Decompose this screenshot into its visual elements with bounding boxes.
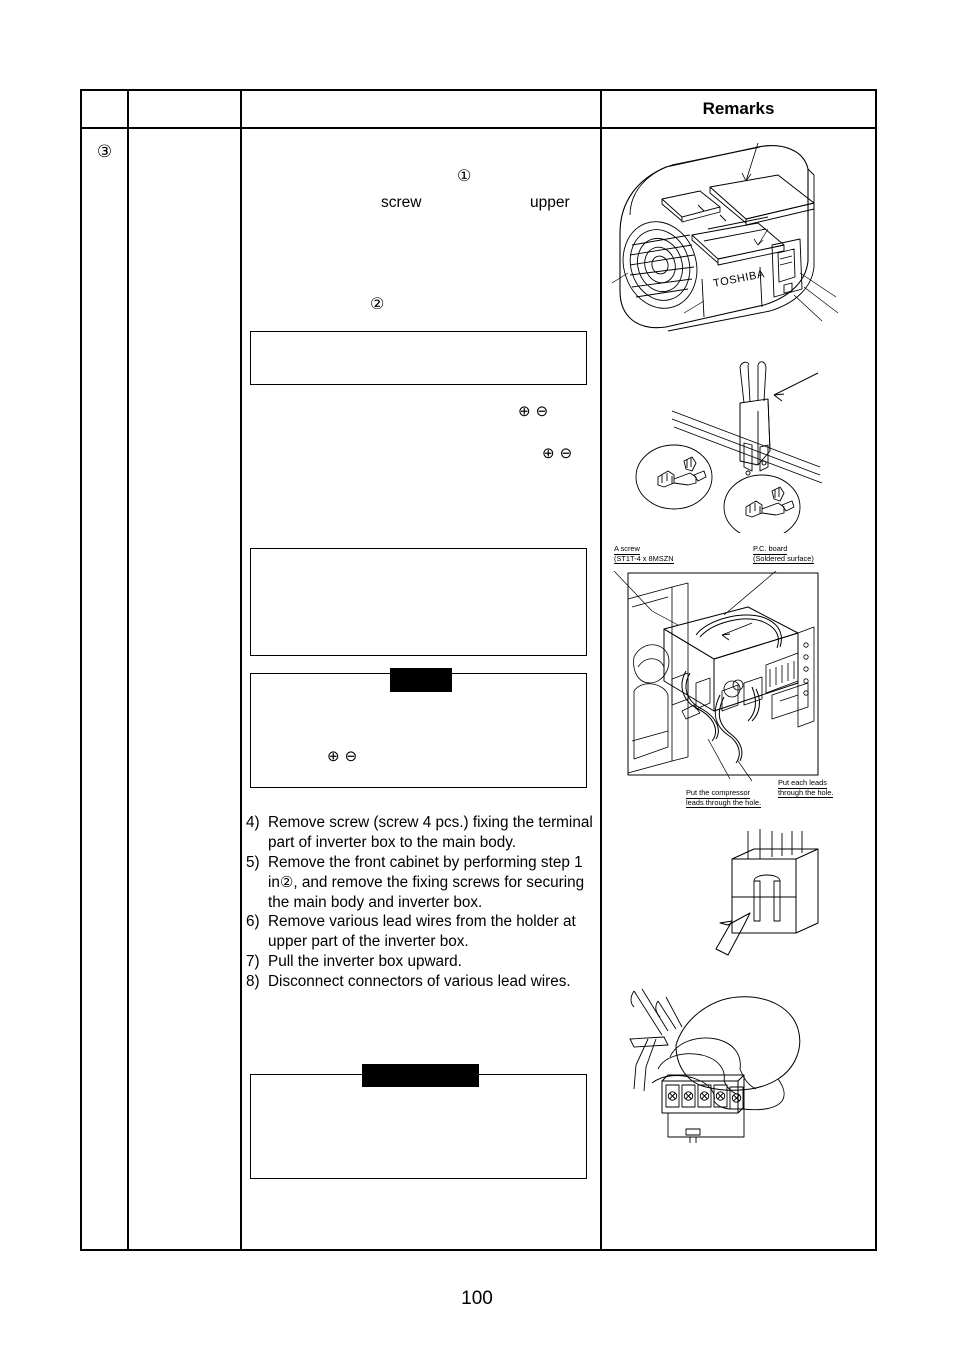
circled-number-two-inline: ② xyxy=(279,873,294,891)
list-item: 7) Pull the inverter box upward. xyxy=(246,952,594,972)
step-text-after: , and remove the fixing screws for secur… xyxy=(268,873,585,911)
document-page: Remarks ③ ① screw upper ② ⊕⊖ ⊕⊖ ⊕⊖ 4) Re… xyxy=(0,0,954,1351)
minus-icon: ⊖ xyxy=(559,445,578,462)
note-box-4 xyxy=(250,1074,587,1179)
procedure-content: ① screw upper ② ⊕⊖ ⊕⊖ ⊕⊖ 4) Remove screw… xyxy=(242,129,598,1249)
label-a-screw-line2: (ST1T-4 x 8MSZN xyxy=(614,553,674,565)
cell-procedure: ① screw upper ② ⊕⊖ ⊕⊖ ⊕⊖ 4) Remove screw… xyxy=(240,127,602,1251)
steps-list: 4) Remove screw (screw 4 pcs.) fixing th… xyxy=(246,813,594,992)
redacted-title-bar-2 xyxy=(362,1064,479,1087)
step-marker: 4) xyxy=(246,814,260,831)
header-cell-remarks: Remarks xyxy=(600,89,877,129)
note-box-1 xyxy=(250,331,587,385)
label-compressor-line2: leads through the hole. xyxy=(686,797,762,809)
list-item: 4) Remove screw (screw 4 pcs.) fixing th… xyxy=(246,813,594,853)
brand-text: TOSHIBA xyxy=(712,268,766,290)
step-marker: 5) xyxy=(246,853,260,871)
polarity-pair-3: ⊕⊖ xyxy=(327,749,362,764)
step-marker: 8) xyxy=(246,973,260,990)
list-item: 6) Remove various lead wires from the ho… xyxy=(246,912,594,952)
step-text: Pull the inverter box upward. xyxy=(268,953,462,971)
label-pc-board-line2: (Soldered surface) xyxy=(753,553,814,565)
polarity-pair-1: ⊕⊖ xyxy=(518,404,553,419)
circled-number-two: ② xyxy=(370,296,385,313)
step-text: Remove the front cabinet by performing s… xyxy=(268,853,594,913)
lead-holder-release-figure xyxy=(698,829,870,979)
cell-remarks: TOSHIBA A screw (ST1T-4 x 8MSZN P.C. boa… xyxy=(600,127,877,1251)
label-put-each-leads: Put each leads through the hole. xyxy=(778,778,834,799)
step-marker: 6) xyxy=(246,913,260,931)
plus-icon: ⊕ xyxy=(542,445,560,462)
table-header-row: Remarks xyxy=(80,89,877,129)
hand-terminal-block-figure xyxy=(610,983,862,1143)
plus-icon: ⊕ xyxy=(518,403,536,420)
step-text: Remove screw (screw 4 pcs.) fixing the t… xyxy=(268,814,593,851)
remarks-content: TOSHIBA A screw (ST1T-4 x 8MSZN P.C. boa… xyxy=(602,129,873,1249)
step-text: Remove various lead wires from the holde… xyxy=(268,913,576,951)
label-a-screw: A screw (ST1T-4 x 8MSZN xyxy=(614,544,674,565)
label-pc-board: P.C. board (Soldered surface) xyxy=(753,544,814,565)
list-item: 5) Remove the front cabinet by performin… xyxy=(246,853,594,913)
minus-icon: ⊖ xyxy=(344,748,363,765)
inverter-box-assembly-figure xyxy=(612,571,862,783)
procedure-table: Remarks ③ ① screw upper ② ⊕⊖ ⊕⊖ ⊕⊖ 4) Re… xyxy=(80,89,877,1251)
word-screw: screw xyxy=(381,194,422,211)
header-cell-part xyxy=(127,89,242,129)
label-each-leads-line2: through the hole. xyxy=(778,787,834,799)
step-number-value: ③ xyxy=(96,142,113,161)
connector-detail-figure xyxy=(612,355,862,533)
header-cell-procedure xyxy=(240,89,602,129)
step-text: Disconnect connectors of various lead wi… xyxy=(268,973,571,990)
step-marker: 7) xyxy=(246,953,260,971)
cell-step-number: ③ xyxy=(80,127,129,1251)
redacted-title-bar-1 xyxy=(390,668,452,692)
plus-icon: ⊕ xyxy=(327,748,345,765)
minus-icon: ⊖ xyxy=(535,403,554,420)
note-box-2 xyxy=(250,548,587,656)
circled-number-one: ① xyxy=(457,168,472,185)
outdoor-unit-exploded-figure: TOSHIBA xyxy=(608,141,864,343)
word-upper: upper xyxy=(530,194,570,211)
header-label-remarks: Remarks xyxy=(702,99,775,118)
cell-part-name xyxy=(127,127,242,1251)
header-cell-no xyxy=(80,89,129,129)
polarity-pair-2: ⊕⊖ xyxy=(542,446,577,461)
table-row: ③ ① screw upper ② ⊕⊖ ⊕⊖ ⊕⊖ 4) Remove scr… xyxy=(80,127,877,1251)
label-put-compressor-leads: Put the compressor leads through the hol… xyxy=(686,788,762,809)
list-item: 8) Disconnect connectors of various lead… xyxy=(246,972,594,992)
page-number: 100 xyxy=(461,1288,493,1309)
